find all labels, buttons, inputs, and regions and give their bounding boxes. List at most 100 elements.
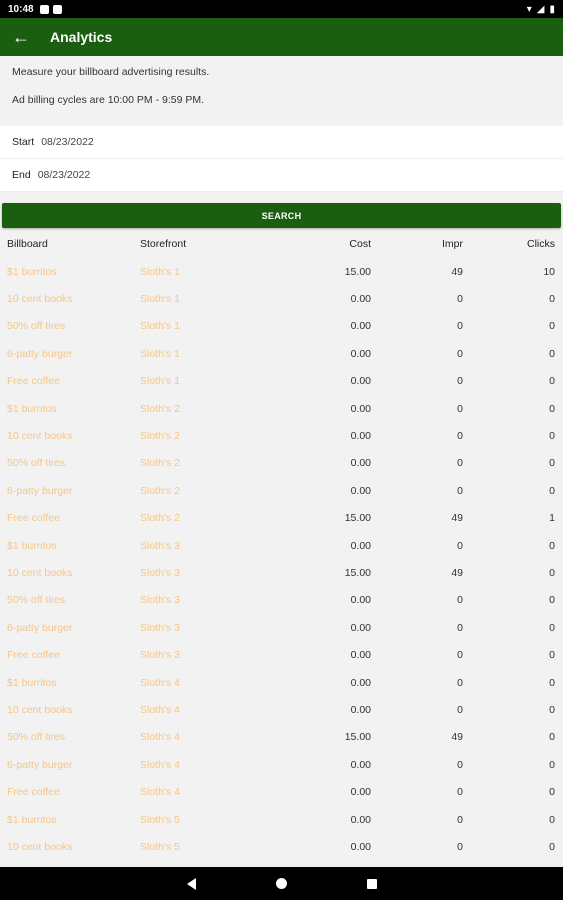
start-date-field[interactable]: Start 08/23/2022 xyxy=(0,126,563,159)
cost-cell: 0.00 xyxy=(350,484,371,497)
impr-cell: 0 xyxy=(457,594,463,607)
cost-cell: 0.00 xyxy=(350,375,371,388)
impr-cell: 49 xyxy=(451,265,463,278)
impr-cell: 0 xyxy=(457,457,463,470)
billboard-cell[interactable]: 50% off tires xyxy=(0,313,140,340)
billboard-cell[interactable]: $1 burritos xyxy=(0,532,140,559)
end-value[interactable]: 08/23/2022 xyxy=(38,169,91,181)
cost-cell: 0.00 xyxy=(350,539,371,552)
impr-cell: 0 xyxy=(457,375,463,388)
storefront-cell[interactable]: Sloth's 3 xyxy=(140,614,270,641)
storefront-cell[interactable]: Sloth's 1 xyxy=(140,258,270,285)
storefront-cell[interactable]: Sloth's 3 xyxy=(140,641,270,668)
billboard-cell[interactable]: 6-patty burger xyxy=(0,340,140,367)
storefront-cell[interactable]: Sloth's 2 xyxy=(140,422,270,449)
storefront-cell[interactable]: Sloth's 2 xyxy=(140,450,270,477)
cost-cell: 0.00 xyxy=(350,347,371,360)
table-row: 10 cent books Sloth's 4 0.00 0 0 xyxy=(0,696,563,723)
table-row: $1 burritos Sloth's 4 0.00 0 0 xyxy=(0,669,563,696)
start-value[interactable]: 08/23/2022 xyxy=(41,136,94,148)
storefront-cell[interactable]: Sloth's 4 xyxy=(140,669,270,696)
storefront-cell[interactable]: Sloth's 4 xyxy=(140,696,270,723)
billboard-cell[interactable]: 10 cent books xyxy=(0,833,140,860)
storefront-cell[interactable]: Sloth's 4 xyxy=(140,778,270,805)
storefront-cell[interactable]: Sloth's 5 xyxy=(140,806,270,833)
storefront-cell[interactable]: Sloth's 2 xyxy=(140,505,270,532)
cost-cell: 15.00 xyxy=(344,265,371,278)
cost-cell: 15.00 xyxy=(344,731,371,744)
page-title: Analytics xyxy=(50,29,113,45)
storefront-cell[interactable]: Sloth's 5 xyxy=(140,833,270,860)
impr-cell: 0 xyxy=(457,347,463,360)
storefront-cell[interactable]: Sloth's 3 xyxy=(140,559,270,586)
billboard-cell[interactable]: 10 cent books xyxy=(0,696,140,723)
billboard-cell[interactable]: Free coffee xyxy=(0,368,140,395)
billboard-cell[interactable]: $1 burritos xyxy=(0,669,140,696)
clicks-cell: 0 xyxy=(549,402,555,415)
impr-cell: 0 xyxy=(457,484,463,497)
table-row: Free coffee Sloth's 3 0.00 0 0 xyxy=(0,641,563,668)
storefront-cell[interactable]: Sloth's 4 xyxy=(140,724,270,751)
billboard-cell[interactable]: Free coffee xyxy=(0,505,140,532)
nav-back-icon[interactable] xyxy=(186,877,196,890)
clicks-cell: 0 xyxy=(549,430,555,443)
billboard-cell[interactable]: 50% off tires xyxy=(0,724,140,751)
billboard-cell[interactable]: Free coffee xyxy=(0,641,140,668)
billboard-cell[interactable]: $1 burritos xyxy=(0,806,140,833)
billboard-cell[interactable]: 6-patty burger xyxy=(0,614,140,641)
storefront-cell[interactable]: Sloth's 1 xyxy=(140,285,270,312)
end-label: End xyxy=(12,169,31,181)
end-date-field[interactable]: End 08/23/2022 xyxy=(0,159,563,192)
billboard-cell[interactable]: 10 cent books xyxy=(0,559,140,586)
table-row: 6-patty burger Sloth's 4 0.00 0 0 xyxy=(0,751,563,778)
clicks-cell: 0 xyxy=(549,566,555,579)
storefront-cell[interactable]: Sloth's 1 xyxy=(140,340,270,367)
storefront-cell[interactable]: Sloth's 2 xyxy=(140,477,270,504)
billboard-cell[interactable]: 10 cent books xyxy=(0,285,140,312)
clicks-cell: 0 xyxy=(549,758,555,771)
back-arrow-icon[interactable]: ← xyxy=(12,27,40,48)
table-row: 50% off tires Sloth's 2 0.00 0 0 xyxy=(0,450,563,477)
storefront-cell[interactable]: Sloth's 1 xyxy=(140,368,270,395)
cost-cell: 15.00 xyxy=(344,512,371,525)
table-row: $1 burritos Sloth's 5 0.00 0 0 xyxy=(0,806,563,833)
table-row: 50% off tires Sloth's 1 0.00 0 0 xyxy=(0,313,563,340)
billboard-cell[interactable]: $1 burritos xyxy=(0,395,140,422)
nav-home-icon[interactable] xyxy=(275,878,287,889)
clicks-cell: 0 xyxy=(549,293,555,306)
table-row: $1 burritos Sloth's 1 15.00 49 10 xyxy=(0,258,563,285)
cost-cell: 0.00 xyxy=(350,813,371,826)
table-row: $1 burritos Sloth's 2 0.00 0 0 xyxy=(0,395,563,422)
billboard-cell[interactable]: Free coffee xyxy=(0,778,140,805)
clicks-cell: 0 xyxy=(549,375,555,388)
cost-cell: 15.00 xyxy=(344,566,371,579)
billboard-cell[interactable]: 10 cent books xyxy=(0,422,140,449)
storefront-cell[interactable]: Sloth's 2 xyxy=(140,395,270,422)
impr-cell: 0 xyxy=(457,402,463,415)
billboard-cell[interactable]: 50% off tires xyxy=(0,450,140,477)
billboard-cell[interactable]: 50% off tires xyxy=(0,587,140,614)
table-row: $1 burritos Sloth's 3 0.00 0 0 xyxy=(0,532,563,559)
search-button[interactable]: SEARCH xyxy=(2,203,561,228)
storefront-cell[interactable]: Sloth's 3 xyxy=(140,532,270,559)
impr-cell: 0 xyxy=(457,813,463,826)
analytics-table: Billboard Storefront Cost Impr Clicks $1… xyxy=(0,230,563,861)
table-row: 10 cent books Sloth's 2 0.00 0 0 xyxy=(0,422,563,449)
clicks-cell: 0 xyxy=(549,539,555,552)
storefront-cell[interactable]: Sloth's 4 xyxy=(140,751,270,778)
cost-cell: 0.00 xyxy=(350,840,371,853)
billboard-cell[interactable]: 6-patty burger xyxy=(0,477,140,504)
billboard-cell[interactable]: 6-patty burger xyxy=(0,751,140,778)
clicks-cell: 0 xyxy=(549,594,555,607)
nav-recents-icon[interactable] xyxy=(366,878,377,889)
storefront-cell[interactable]: Sloth's 1 xyxy=(140,313,270,340)
clicks-cell: 0 xyxy=(549,649,555,662)
billboard-cell[interactable]: $1 burritos xyxy=(0,258,140,285)
storefront-cell[interactable]: Sloth's 3 xyxy=(140,587,270,614)
table-row: Free coffee Sloth's 4 0.00 0 0 xyxy=(0,778,563,805)
status-bar: 10:48 ▾ ◢ ▮ xyxy=(0,0,563,18)
intro-line-2: Ad billing cycles are 10:00 PM - 9:59 PM… xyxy=(12,94,205,106)
cost-cell: 0.00 xyxy=(350,676,371,689)
cost-cell: 0.00 xyxy=(350,649,371,662)
cost-cell: 0.00 xyxy=(350,703,371,716)
